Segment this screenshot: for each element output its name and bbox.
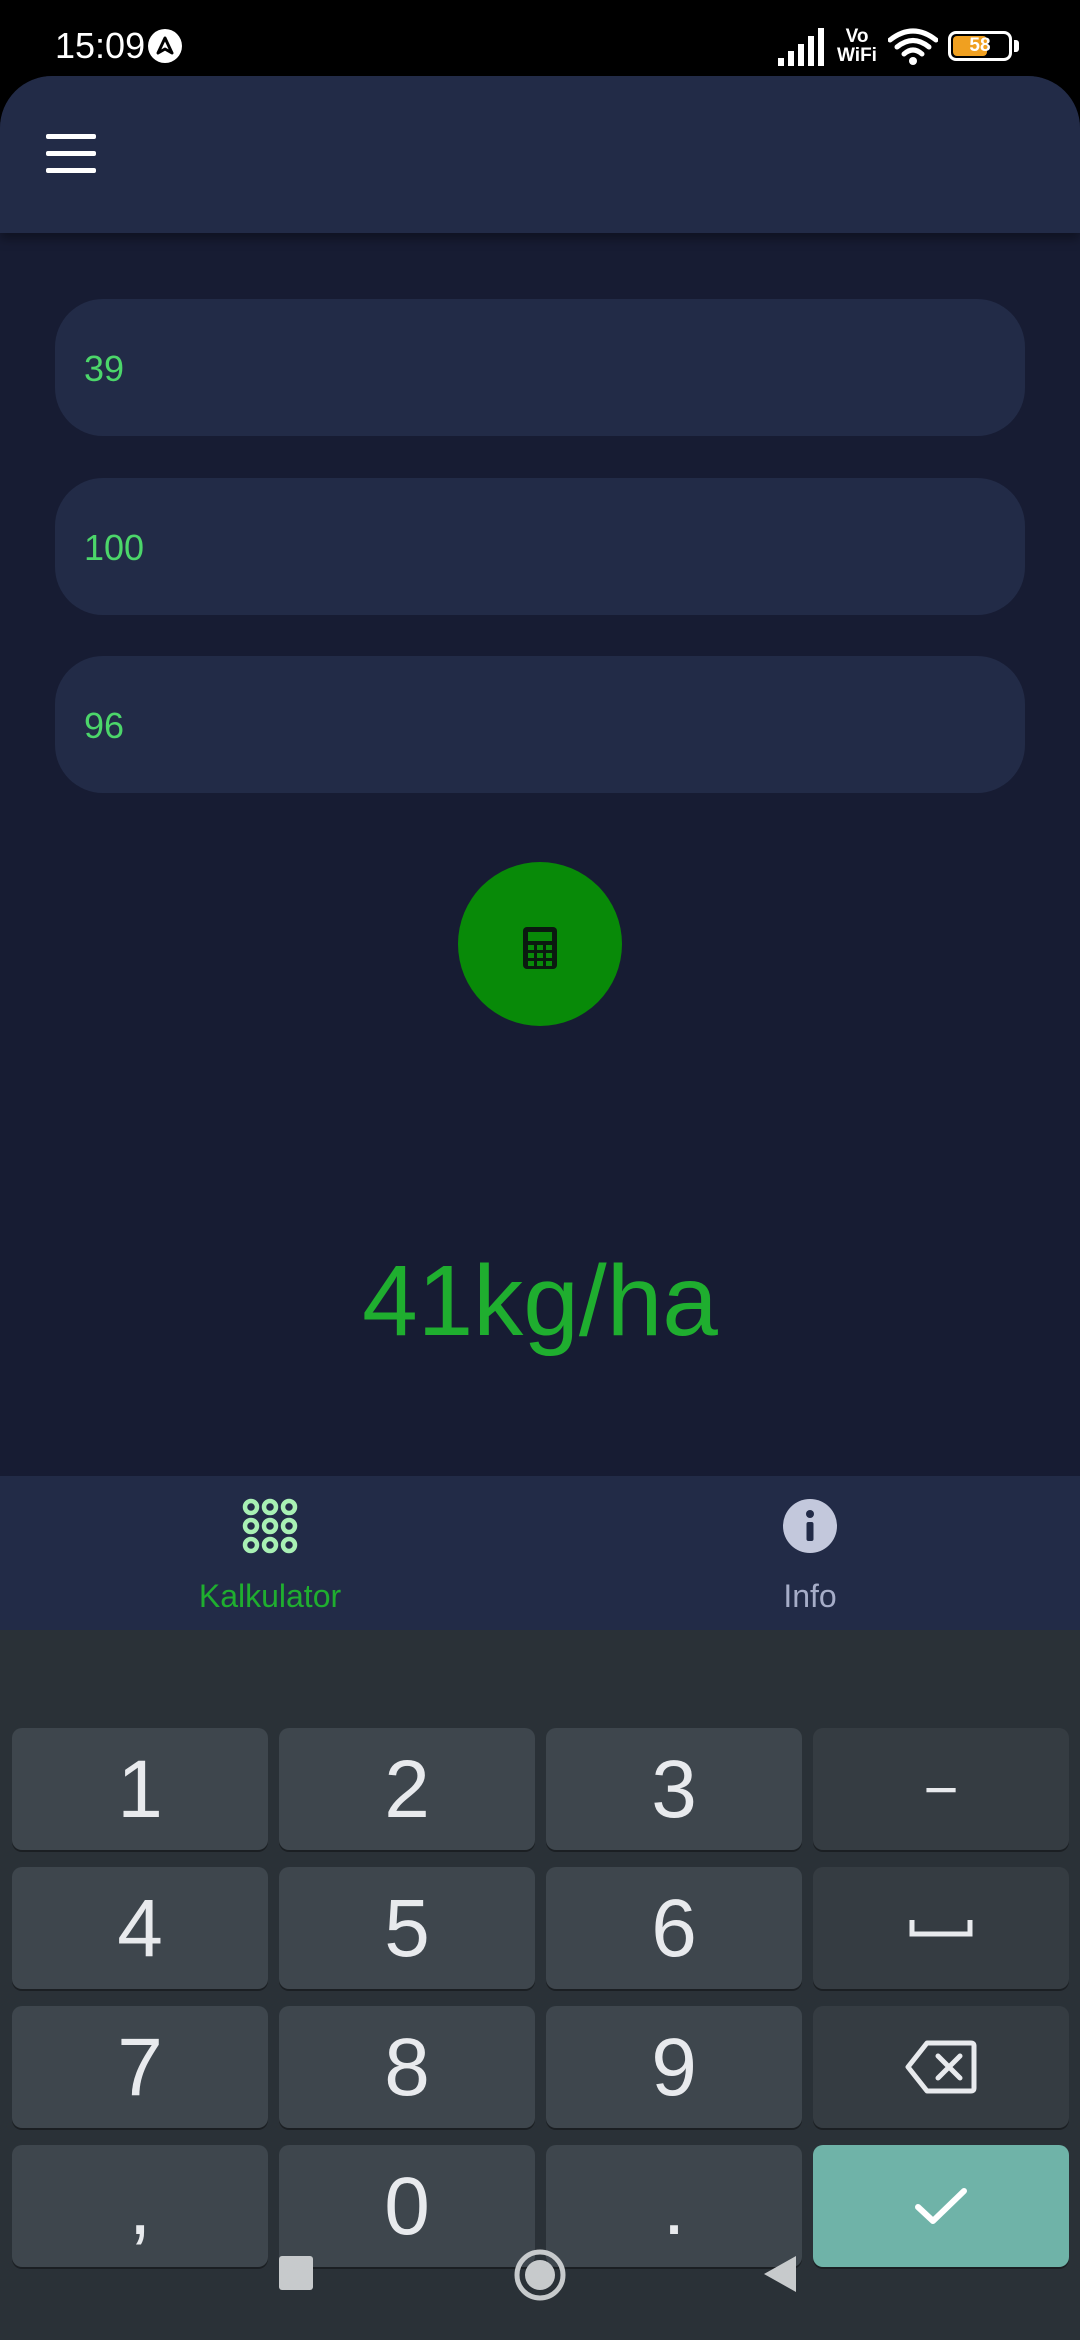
grid-dots-icon	[242, 1498, 298, 1554]
key-6[interactable]: 6	[546, 1867, 802, 1989]
key-5[interactable]: 5	[279, 1867, 535, 1989]
calculate-button[interactable]	[458, 862, 622, 1026]
navigation-arrow-icon	[148, 29, 182, 63]
signal-icon	[778, 28, 824, 66]
key-4[interactable]: 4	[12, 1867, 268, 1989]
key-9[interactable]: 9	[546, 2006, 802, 2128]
backspace-icon	[905, 2040, 977, 2094]
recents-icon[interactable]	[279, 2256, 313, 2290]
back-icon[interactable]	[762, 2254, 798, 2294]
app-screen: 41kg/ha Kalkulator Info 1 2 3	[0, 76, 1080, 2340]
input-field-3[interactable]	[55, 656, 1025, 795]
calculator-icon	[523, 927, 557, 969]
key-7[interactable]: 7	[12, 2006, 268, 2128]
result-text: 41kg/ha	[362, 1245, 718, 1357]
key-8[interactable]: 8	[279, 2006, 535, 2128]
key-space[interactable]	[813, 1867, 1069, 1989]
key-3[interactable]: 3	[546, 1728, 802, 1850]
wifi-icon	[888, 28, 938, 65]
home-icon[interactable]	[513, 2248, 567, 2302]
vowifi-indicator: Vo WiFi	[835, 27, 879, 65]
input-field-2[interactable]	[55, 478, 1025, 617]
system-navigation-bar	[0, 2192, 1080, 2340]
vowifi-bottom: WiFi	[837, 45, 877, 66]
bottom-navigation: Kalkulator Info	[0, 1476, 1080, 1630]
space-icon	[909, 1920, 973, 1937]
key-1[interactable]: 1	[12, 1728, 268, 1850]
input-1[interactable]	[82, 299, 986, 438]
key-backspace[interactable]	[813, 2006, 1069, 2128]
tab-info[interactable]: Info	[540, 1476, 1080, 1630]
key-minus[interactable]: −	[813, 1728, 1069, 1850]
status-bar: 15:09 Vo WiFi 58	[0, 0, 1080, 76]
tab-info-label: Info	[783, 1578, 837, 1614]
battery-icon: 58	[948, 31, 1012, 61]
input-field-1[interactable]	[55, 299, 1025, 438]
input-3[interactable]	[82, 656, 986, 795]
tab-kalkulator-label: Kalkulator	[198, 1578, 342, 1614]
battery-tip	[1014, 40, 1019, 52]
status-time: 15:09	[55, 25, 146, 66]
key-2[interactable]: 2	[279, 1728, 535, 1850]
tab-kalkulator[interactable]: Kalkulator	[0, 1476, 540, 1630]
info-icon	[783, 1499, 837, 1553]
battery-percent: 58	[969, 35, 991, 56]
hamburger-menu-icon[interactable]	[40, 126, 100, 182]
app-bar	[0, 76, 1080, 233]
input-2[interactable]	[82, 478, 986, 617]
vowifi-top: Vo	[845, 26, 869, 47]
